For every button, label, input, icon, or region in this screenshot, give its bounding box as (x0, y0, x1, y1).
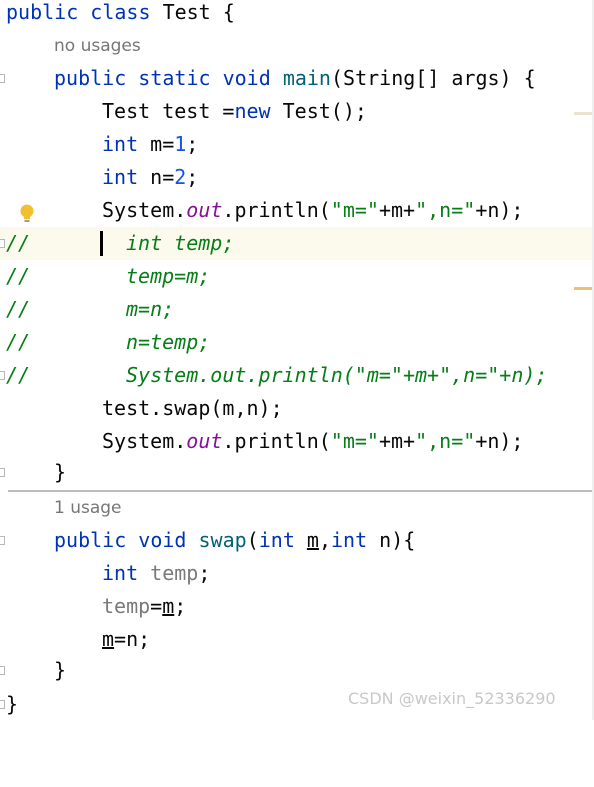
commented-code: temp=m; (126, 264, 211, 288)
fold-marker-icon[interactable] (0, 666, 5, 675)
commented-code: System.out.println("m="+m+",n="+n); (126, 363, 548, 387)
code-line-int-m[interactable]: int m=1; (0, 128, 594, 161)
comment-marker: // (6, 297, 31, 321)
code-line-int-n[interactable]: int n=2; (0, 161, 594, 194)
lightbulb-icon[interactable] (19, 204, 35, 224)
code-line-println-2[interactable]: System.out.println("m="+m+",n="+n); (0, 425, 594, 458)
statement-temp-decl: int temp; (102, 561, 211, 585)
closing-brace: } (54, 460, 67, 484)
code-line-new-test[interactable]: Test test =new Test(); (0, 95, 594, 128)
statement-println-2: System.out.println("m="+m+",n="+n); (102, 429, 524, 453)
main-declaration: public static void main(String[] args) { (54, 66, 536, 90)
code-line-swap-call[interactable]: test.swap(m,n); (0, 392, 594, 425)
statement-swap-call: test.swap(m,n); (102, 396, 283, 420)
fold-marker-icon[interactable] (0, 700, 5, 709)
statement-int-m: int m=1; (102, 132, 199, 156)
fold-marker-icon[interactable] (0, 74, 5, 83)
commented-code: n=temp; (126, 330, 211, 354)
comment-marker: // (6, 363, 31, 387)
comment-marker: // (6, 330, 31, 354)
usages-hint-main-row: no usages (0, 30, 594, 63)
text-caret (100, 231, 103, 256)
code-line-class-decl[interactable]: public class Test { (0, 0, 594, 29)
watermark: CSDN @weixin_52336290 (348, 689, 556, 708)
commented-code: int temp; (126, 231, 235, 255)
code-line-swap-close[interactable]: } (0, 654, 594, 687)
code-line-comment-3[interactable]: // m=n; (0, 293, 594, 326)
statement-new-test: Test test =new Test(); (102, 99, 367, 123)
usages-hint-swap[interactable]: 1 usage (54, 492, 122, 525)
statement-println-1: System.out.println("m="+m+",n="+n); (102, 198, 524, 222)
fold-marker-icon[interactable] (0, 536, 5, 545)
class-declaration: public class Test { (6, 0, 235, 24)
swap-declaration: public void swap(int m,int n){ (54, 528, 416, 552)
code-line-swap-temp-assign[interactable]: temp=m; (0, 590, 594, 623)
code-line-swap-m-assign[interactable]: m=n; (0, 623, 594, 656)
code-line-main-close[interactable]: } (0, 456, 594, 489)
comment-marker: // (6, 264, 31, 288)
code-line-swap-decl[interactable]: public void swap(int m,int n){ (0, 524, 594, 557)
closing-brace: } (54, 658, 67, 682)
code-line-println-1[interactable]: System.out.println("m="+m+",n="+n); (0, 194, 594, 227)
fold-marker-icon[interactable] (0, 239, 5, 248)
comment-marker: // (6, 231, 31, 255)
commented-code: m=n; (126, 297, 175, 321)
statement-m-assign: m=n; (102, 627, 151, 651)
code-line-comment-5[interactable]: // System.out.println("m="+m+",n="+n); (0, 359, 594, 392)
usages-hint-swap-row: 1 usage (0, 492, 594, 525)
closing-brace: } (6, 692, 19, 716)
fold-marker-icon[interactable] (0, 468, 5, 477)
usages-hint-main[interactable]: no usages (54, 30, 141, 63)
fold-marker-icon[interactable] (0, 371, 5, 380)
statement-temp-assign: temp=m; (102, 594, 187, 618)
code-line-comment-1[interactable]: // int temp; (0, 227, 594, 260)
code-line-main-decl[interactable]: public static void main(String[] args) { (0, 62, 594, 95)
code-line-comment-2[interactable]: // temp=m; (0, 260, 594, 293)
code-line-swap-temp-decl[interactable]: int temp; (0, 557, 594, 590)
statement-int-n: int n=2; (102, 165, 199, 189)
scrollbar-marker[interactable] (574, 287, 594, 290)
code-line-comment-4[interactable]: // n=temp; (0, 326, 594, 359)
scrollbar-marker[interactable] (574, 112, 594, 115)
